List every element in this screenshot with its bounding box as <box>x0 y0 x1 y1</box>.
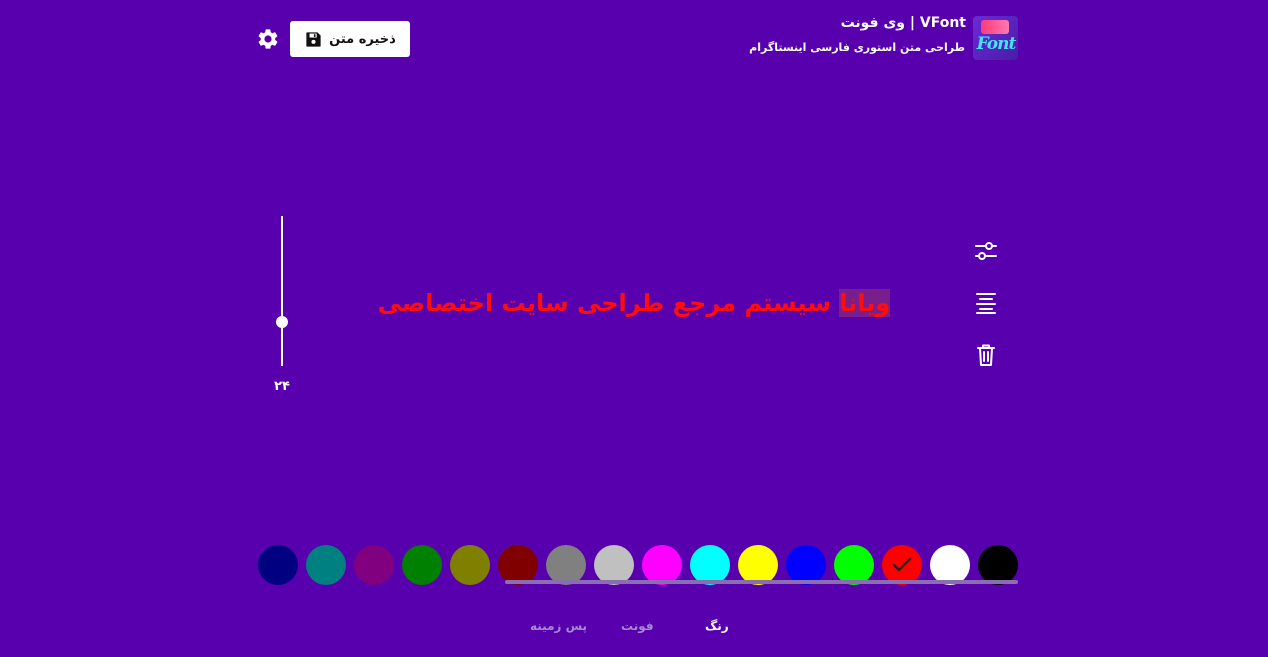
vfont-logo[interactable]: Font <box>973 16 1018 60</box>
font-size-slider-track[interactable] <box>281 216 283 366</box>
page-subtitle: طراحی متن استوری فارسی اینستاگرام <box>749 41 965 54</box>
gear-icon <box>258 29 278 49</box>
checkmark-icon <box>892 557 912 572</box>
color-swatch[interactable] <box>786 545 826 585</box>
trash-icon <box>977 344 995 366</box>
tab-color[interactable]: رنگ <box>705 619 729 633</box>
color-palette <box>258 545 1018 585</box>
sliders-icon <box>975 242 997 260</box>
page-title: وی فونت | VFont <box>840 15 966 31</box>
palette-scrollbar[interactable] <box>505 580 1018 584</box>
logo-text: Font <box>976 34 1017 54</box>
color-swatch[interactable] <box>402 545 442 585</box>
editor-text-body: سیستم مرجع طراحی سایت اختصاصی <box>377 289 840 317</box>
color-swatch[interactable] <box>306 545 346 585</box>
color-swatch[interactable] <box>978 545 1018 585</box>
color-swatch[interactable] <box>882 545 922 585</box>
editor-text[interactable]: ویانا سیستم مرجع طراحی سایت اختصاصی <box>0 281 1268 325</box>
tab-font[interactable]: فونت <box>621 619 654 633</box>
color-swatch[interactable] <box>642 545 682 585</box>
tab-background[interactable]: پس زمینه <box>530 619 587 633</box>
color-swatch[interactable] <box>354 545 394 585</box>
save-text-button[interactable]: ذخیره متن <box>290 21 410 57</box>
color-swatch[interactable] <box>450 545 490 585</box>
settings-button[interactable] <box>256 27 280 51</box>
floppy-disk-icon <box>306 31 321 47</box>
editor-text-highlight: ویانا <box>839 289 891 317</box>
logo-mark <box>981 20 1009 34</box>
align-center-icon <box>976 293 996 314</box>
color-swatch[interactable] <box>834 545 874 585</box>
color-swatch[interactable] <box>258 545 298 585</box>
color-swatch[interactable] <box>546 545 586 585</box>
font-size-slider-handle[interactable] <box>276 316 288 328</box>
app-root: Font وی فونت | VFont طراحی متن استوری فا… <box>0 0 1268 657</box>
font-size-value: ۲۴ <box>274 379 290 394</box>
delete-text-button[interactable] <box>973 342 999 368</box>
text-settings-button[interactable] <box>973 238 999 264</box>
color-swatch[interactable] <box>930 545 970 585</box>
save-text-label: ذخیره متن <box>329 31 396 47</box>
color-swatch[interactable] <box>738 545 778 585</box>
color-swatch[interactable] <box>498 545 538 585</box>
color-swatch[interactable] <box>690 545 730 585</box>
align-center-button[interactable] <box>973 290 999 316</box>
color-swatch[interactable] <box>594 545 634 585</box>
